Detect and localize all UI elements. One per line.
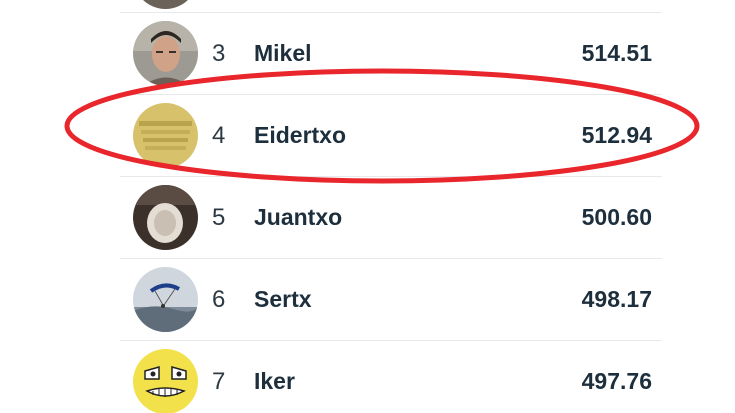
avatar bbox=[133, 349, 198, 413]
player-name: Eidertxo bbox=[254, 122, 347, 148]
avatar bbox=[133, 0, 198, 9]
leaderboard-row[interactable]: 5 Juantxo 500.60 bbox=[120, 177, 662, 259]
player-name: Mikel bbox=[254, 40, 312, 66]
avatar-dark-icon bbox=[133, 0, 198, 9]
player-score: 500.60 bbox=[581, 204, 652, 230]
yellow-face-icon bbox=[133, 349, 198, 413]
rank-number: 4 bbox=[212, 121, 226, 149]
avatar bbox=[133, 267, 198, 332]
avatar bbox=[133, 103, 198, 168]
leaderboard-row-highlighted[interactable]: 4 Eidertxo 512.94 bbox=[120, 95, 662, 177]
player-score: 512.94 bbox=[581, 122, 652, 148]
leaderboard-row[interactable]: 6 Sertx 498.17 bbox=[120, 259, 662, 341]
rank-number: 6 bbox=[212, 285, 226, 313]
leaderboard-row[interactable]: 7 Iker 497.76 bbox=[120, 341, 662, 413]
rank-number: 5 bbox=[212, 203, 226, 231]
player-name: Sertx bbox=[254, 286, 312, 312]
toilet-photo-icon bbox=[133, 185, 198, 250]
leaderboard-list: 3 Mikel 514.51 4 Eidertxo 512.94 5 Juant… bbox=[120, 0, 662, 413]
man-portrait-icon bbox=[133, 21, 198, 86]
leaderboard-row[interactable]: 3 Mikel 514.51 bbox=[120, 13, 662, 95]
player-score: 498.17 bbox=[581, 286, 652, 312]
yellow-sign-icon bbox=[133, 103, 198, 168]
player-name: Juantxo bbox=[254, 204, 343, 230]
paraglider-photo-icon bbox=[133, 267, 198, 332]
avatar bbox=[133, 21, 198, 86]
rank-number: 3 bbox=[212, 39, 226, 67]
player-score: 514.51 bbox=[581, 40, 652, 66]
leaderboard-screen: 3 Mikel 514.51 4 Eidertxo 512.94 5 Juant… bbox=[0, 0, 735, 413]
player-score: 497.76 bbox=[581, 368, 652, 394]
rank-number: 7 bbox=[212, 367, 226, 395]
player-name: Iker bbox=[254, 368, 295, 394]
avatar bbox=[133, 185, 198, 250]
leaderboard-row-partial[interactable] bbox=[120, 0, 662, 13]
